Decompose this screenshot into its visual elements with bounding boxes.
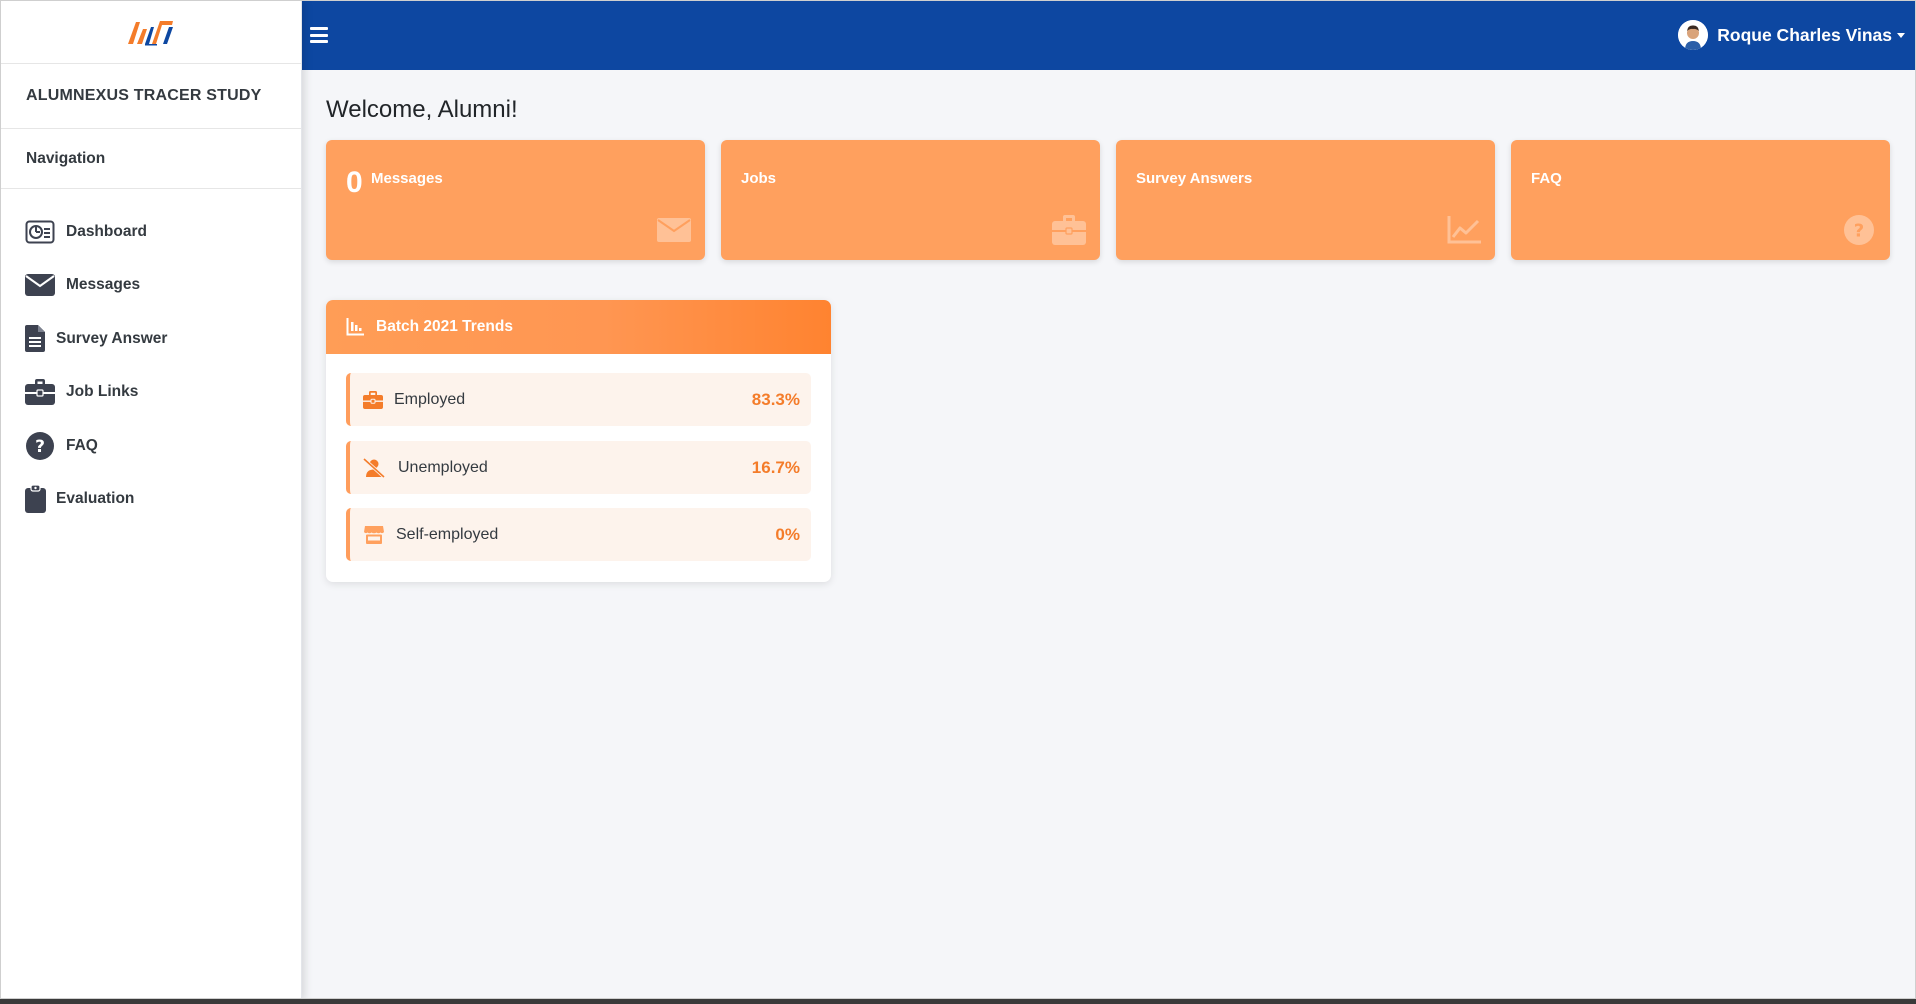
clipboard-icon [24,485,46,514]
sidebar-brand: ALUMNEXUS TRACER STUDY [1,64,301,129]
faq-card[interactable]: FAQ ? [1511,140,1890,260]
trend-label: Employed [394,390,466,408]
briefcase-icon [362,390,384,410]
jobs-card[interactable]: Jobs [721,140,1100,260]
survey-answers-card[interactable]: Survey Answers [1116,140,1495,260]
question-icon: ? [24,431,55,460]
svg-text:?: ? [1854,221,1864,242]
trend-value: 16.7% [751,457,800,477]
trends-title: Batch 2021 Trends [376,318,513,335]
briefcase-icon [24,378,55,406]
chart-line-icon [1447,215,1481,245]
batch-trends-panel: Batch 2021 Trends Employed 83.3% Unemplo… [326,300,831,582]
trend-row-unemployed: Unemployed 16.7% [346,441,811,494]
page-title: Welcome, Alumni! [326,96,518,123]
file-icon [24,325,46,353]
briefcase-icon [1052,215,1086,245]
store-icon [363,525,385,545]
chart-bar-icon [346,318,364,336]
logo-area[interactable] [1,1,301,64]
sidebar-item-label: Survey Answer [56,329,168,347]
envelope-icon [24,271,55,299]
trend-value: 83.3% [751,389,800,409]
sidebar-item-label: Dashboard [66,222,147,240]
card-label: FAQ [1531,170,1562,187]
messages-count: 0 [346,166,363,199]
sidebar-item-label: Evaluation [56,490,135,508]
sidebar-item-label: Job Links [66,383,139,401]
nav-list: Dashboard Messages Survey Answer Job Lin… [1,189,301,526]
card-label: Messages [371,170,443,187]
user-menu[interactable]: Roque Charles Vinas [1678,19,1905,51]
trend-row-employed: Employed 83.3% [346,373,811,426]
sidebar-item-dashboard[interactable]: Dashboard [1,205,301,259]
avatar [1678,20,1709,50]
sidebar-item-label: FAQ [66,436,98,454]
sidebar-item-evaluation[interactable]: Evaluation [1,473,301,527]
sidebar-item-label: Messages [66,276,141,294]
user-slash-icon [363,457,385,478]
dashboard-icon [24,218,55,246]
menu-toggle-icon[interactable] [310,25,328,45]
top-navbar: Roque Charles Vinas [302,1,1915,70]
question-icon: ? [1842,215,1876,245]
window-bottom-border [0,999,1916,1004]
messages-card[interactable]: 0 Messages [326,140,705,260]
trend-value: 0% [775,524,800,544]
user-name: Roque Charles Vinas [1717,24,1892,45]
trend-row-self-employed: Self-employed 0% [346,508,811,561]
sidebar-item-job-links[interactable]: Job Links [1,366,301,420]
trends-header: Batch 2021 Trends [326,300,831,354]
sidebar: ALUMNEXUS TRACER STUDY Navigation Dashbo… [1,1,302,998]
app-window: ALUMNEXUS TRACER STUDY Navigation Dashbo… [0,0,1916,999]
svg-text:?: ? [35,437,45,457]
trend-label: Self-employed [396,525,499,543]
main-content: Welcome, Alumni! 0 Messages Jobs Survey … [302,70,1915,998]
envelope-icon [657,215,691,245]
sidebar-item-faq[interactable]: ? FAQ [1,419,301,473]
card-label: Jobs [741,170,777,187]
nav-header: Navigation [1,129,301,189]
trend-label: Unemployed [398,458,488,476]
sidebar-item-messages[interactable]: Messages [1,259,301,313]
alumnexus-logo [128,21,173,46]
card-label: Survey Answers [1136,170,1253,187]
sidebar-item-survey-answer[interactable]: Survey Answer [1,312,301,366]
chevron-down-icon [1897,32,1905,38]
